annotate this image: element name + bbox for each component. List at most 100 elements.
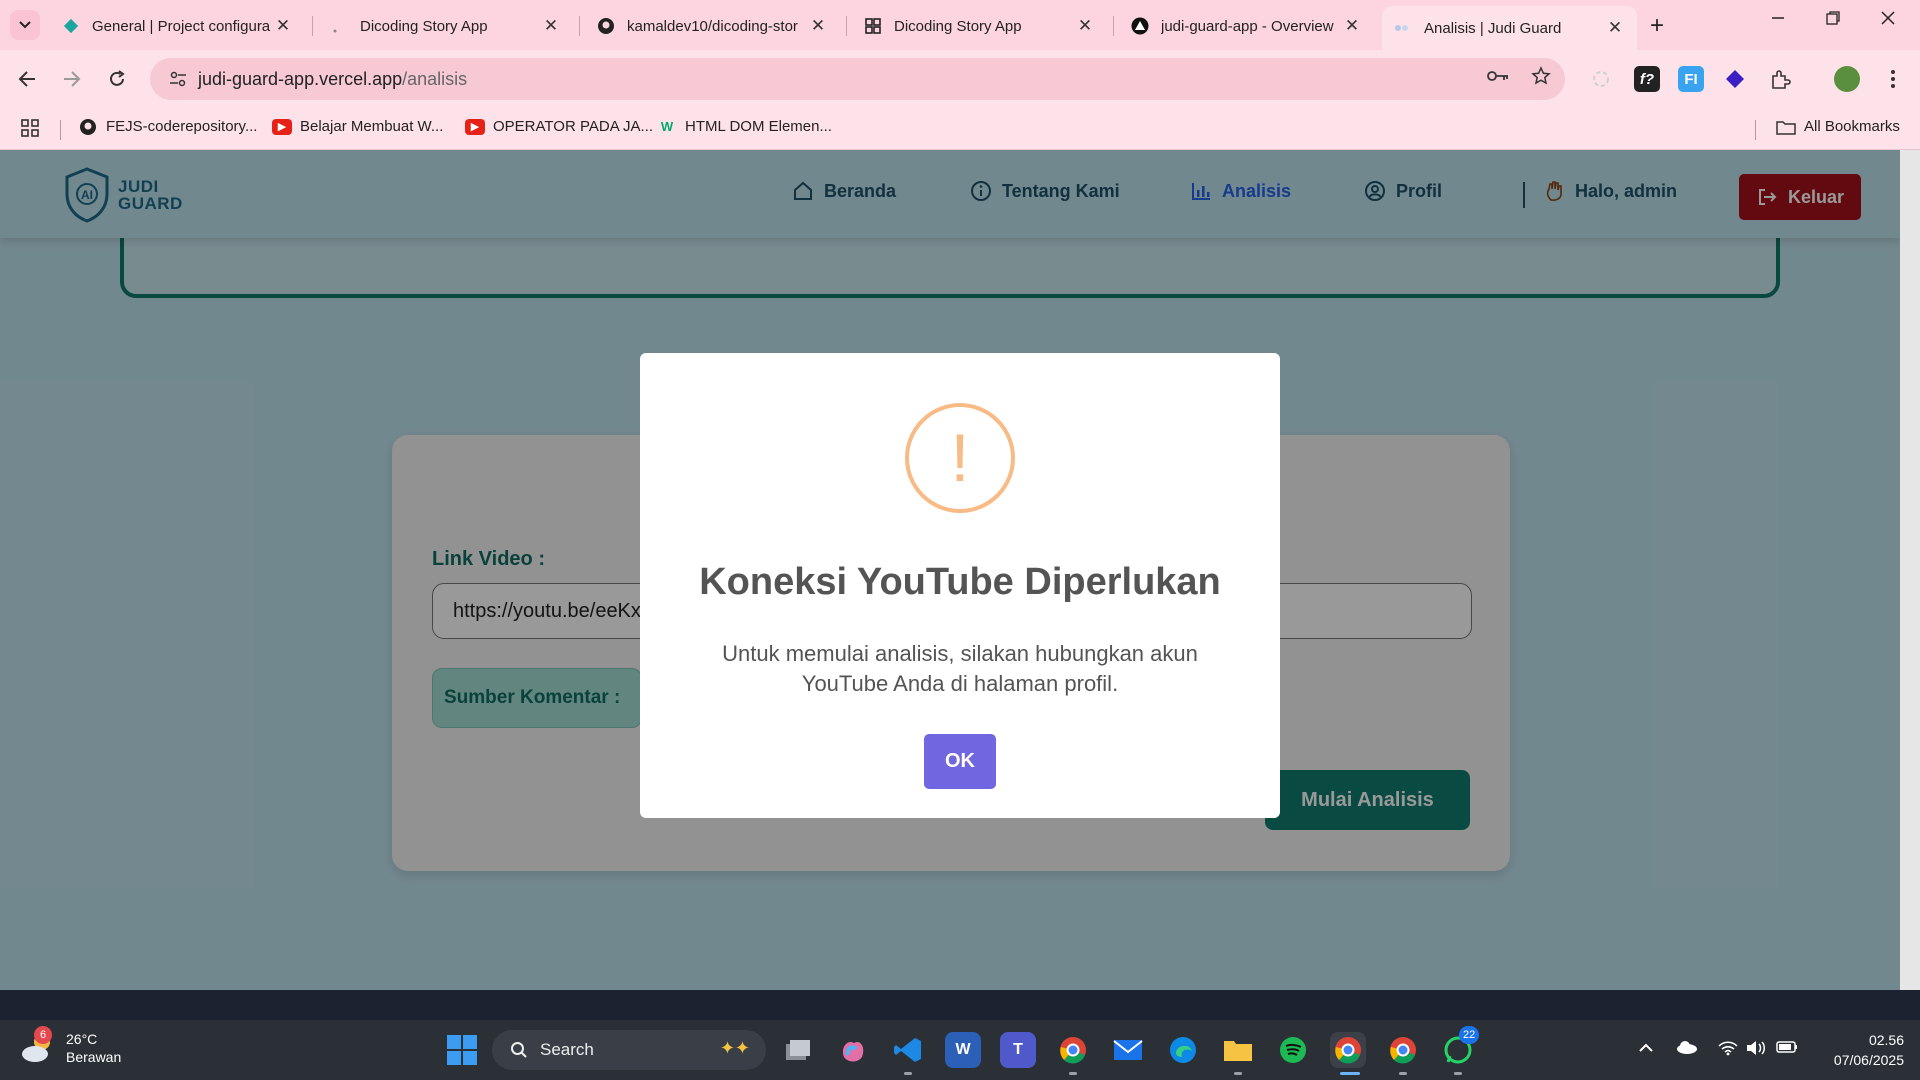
url-host: judi-guard-app.vercel.app	[198, 68, 403, 89]
gem-extension-icon[interactable]	[1722, 66, 1748, 92]
bookmark-belajar[interactable]: ▶ Belajar Membuat W...	[272, 118, 443, 135]
chrome-profile-3-icon[interactable]	[1385, 1032, 1421, 1068]
fi-extension-icon[interactable]: FI	[1678, 66, 1704, 92]
tab-github[interactable]: kamaldev10/dicoding-stor ✕	[585, 8, 840, 44]
diamond-icon	[62, 17, 80, 35]
close-icon[interactable]: ✕	[541, 16, 561, 36]
apps-grid-icon[interactable]	[20, 118, 40, 138]
tab-title: kamaldev10/dicoding-stor	[627, 17, 798, 35]
profile-avatar[interactable]	[1834, 66, 1860, 92]
bookmark-label: All Bookmarks	[1804, 118, 1900, 135]
tab-title: Dicoding Story App	[360, 17, 488, 35]
bookmark-fejs[interactable]: FEJS-coderepository...	[78, 118, 257, 135]
chevron-down-icon	[19, 21, 31, 29]
address-bar[interactable]: judi-guard-app.vercel.app /analisis	[150, 58, 1565, 100]
tab-analisis-active[interactable]: Analisis | Judi Guard ✕	[1382, 6, 1637, 50]
tab-search-button[interactable]	[10, 10, 40, 40]
close-icon[interactable]: ✕	[273, 16, 293, 36]
tab-separator	[579, 16, 580, 36]
taskbar-search[interactable]: Search ✦✦	[492, 1030, 766, 1070]
bookmark-label: FEJS-coderepository...	[106, 118, 258, 135]
close-window-icon[interactable]	[1880, 10, 1896, 31]
spotify-icon[interactable]	[1275, 1032, 1311, 1068]
tab-title: Analisis | Judi Guard	[1424, 19, 1562, 37]
battery-icon[interactable]	[1776, 1040, 1798, 1059]
running-indicator	[1454, 1072, 1462, 1075]
chrome-profile-2-icon[interactable]	[1330, 1032, 1366, 1068]
warning-icon: !	[905, 403, 1015, 513]
chrome-profile-1-icon[interactable]	[1055, 1032, 1091, 1068]
tab-general[interactable]: General | Project configura ✕	[50, 8, 305, 44]
tab-separator	[312, 16, 313, 36]
search-icon	[510, 1041, 528, 1059]
youtube-connection-dialog: ! Koneksi YouTube Diperlukan Untuk memul…	[640, 353, 1280, 818]
bookmark-star-icon[interactable]	[1531, 66, 1551, 92]
search-placeholder: Search	[540, 1040, 594, 1059]
copilot-icon[interactable]	[835, 1032, 871, 1068]
weather-temp: 26°C	[66, 1031, 98, 1047]
teams-icon[interactable]: T	[1000, 1032, 1036, 1068]
site-settings-icon[interactable]	[158, 71, 198, 87]
sparkle-icon: ✦✦	[719, 1038, 750, 1058]
onedrive-cloud-icon[interactable]	[1676, 1040, 1698, 1059]
vercel-icon	[1131, 17, 1149, 35]
more-menu-icon[interactable]	[1880, 66, 1906, 92]
youtube-icon: ▶	[465, 118, 485, 135]
windows-start-icon[interactable]	[447, 1035, 477, 1065]
running-indicator	[904, 1072, 912, 1075]
bookmarks-bar: FEJS-coderepository... ▶ Belajar Membuat…	[0, 108, 1920, 150]
bookmark-operator[interactable]: ▶ OPERATOR PADA JA...	[465, 118, 653, 135]
tab-bar: General | Project configura ✕ Dicoding S…	[0, 0, 1920, 50]
extension-loading-icon[interactable]	[1588, 66, 1614, 92]
reload-icon[interactable]	[102, 64, 132, 94]
tab-vercel[interactable]: judi-guard-app - Overview ✕	[1119, 8, 1374, 44]
password-key-icon[interactable]	[1487, 66, 1509, 92]
bookmark-separator	[1755, 120, 1756, 140]
vscode-icon[interactable]	[890, 1032, 926, 1068]
word-icon[interactable]: W	[945, 1032, 981, 1068]
clock[interactable]: 02.56 07/06/2025	[1808, 1030, 1904, 1070]
extensions-puzzle-icon[interactable]	[1767, 66, 1793, 92]
page-scrollbar[interactable]	[1900, 150, 1920, 990]
wifi-icon[interactable]	[1718, 1040, 1738, 1061]
ok-button[interactable]: OK	[924, 734, 996, 789]
youtube-icon: ▶	[272, 118, 292, 135]
edge-icon[interactable]	[1165, 1032, 1201, 1068]
show-hidden-icons-chevron-icon[interactable]	[1638, 1040, 1654, 1058]
restore-icon[interactable]	[1825, 10, 1841, 31]
w3schools-icon: W	[660, 119, 674, 134]
all-bookmarks-folder[interactable]: All Bookmarks	[1776, 118, 1900, 135]
bookmark-label: HTML DOM Elemen...	[685, 118, 832, 135]
tab-title: General | Project configura	[92, 17, 271, 35]
running-indicator	[1234, 1072, 1242, 1075]
new-tab-button[interactable]: +	[1650, 12, 1664, 40]
close-icon[interactable]: ✕	[1342, 16, 1362, 36]
close-icon[interactable]: ✕	[1605, 18, 1625, 38]
mail-icon[interactable]	[1110, 1032, 1146, 1068]
page-footer-strip	[0, 990, 1920, 1020]
close-icon[interactable]: ✕	[1075, 16, 1095, 36]
minimize-icon[interactable]	[1770, 10, 1786, 31]
tab-title: Dicoding Story App	[894, 17, 1022, 35]
weather-widget[interactable]: 6 26°C Berawan	[20, 1026, 121, 1066]
dialog-message: Untuk memulai analisis, silakan hubungka…	[722, 641, 1198, 696]
clock-date: 07/06/2025	[1833, 1052, 1904, 1068]
file-explorer-icon[interactable]	[1220, 1032, 1256, 1068]
windows-taskbar: 6 26°C Berawan Search ✦✦ W T 22 02.56 07…	[0, 1020, 1920, 1080]
volume-icon[interactable]	[1746, 1040, 1768, 1061]
running-indicator	[1069, 1072, 1077, 1075]
bookmark-html-dom[interactable]: W HTML DOM Elemen...	[657, 118, 832, 135]
clock-time: 02.56	[1868, 1032, 1904, 1048]
cloudy-weather-icon: 6	[20, 1026, 56, 1066]
tab-title: judi-guard-app - Overview	[1161, 17, 1334, 35]
forward-icon[interactable]	[57, 64, 87, 94]
tab-dicoding-story-1[interactable]: Dicoding Story App ✕	[318, 8, 573, 44]
loading-icon	[330, 17, 348, 35]
task-view-icon[interactable]	[780, 1032, 816, 1068]
fontface-extension-icon[interactable]: f?	[1634, 66, 1660, 92]
github-icon	[78, 118, 98, 135]
tab-dicoding-story-2[interactable]: Dicoding Story App ✕	[852, 8, 1107, 44]
back-icon[interactable]	[12, 64, 42, 94]
close-icon[interactable]: ✕	[808, 16, 828, 36]
github-icon	[597, 17, 615, 35]
